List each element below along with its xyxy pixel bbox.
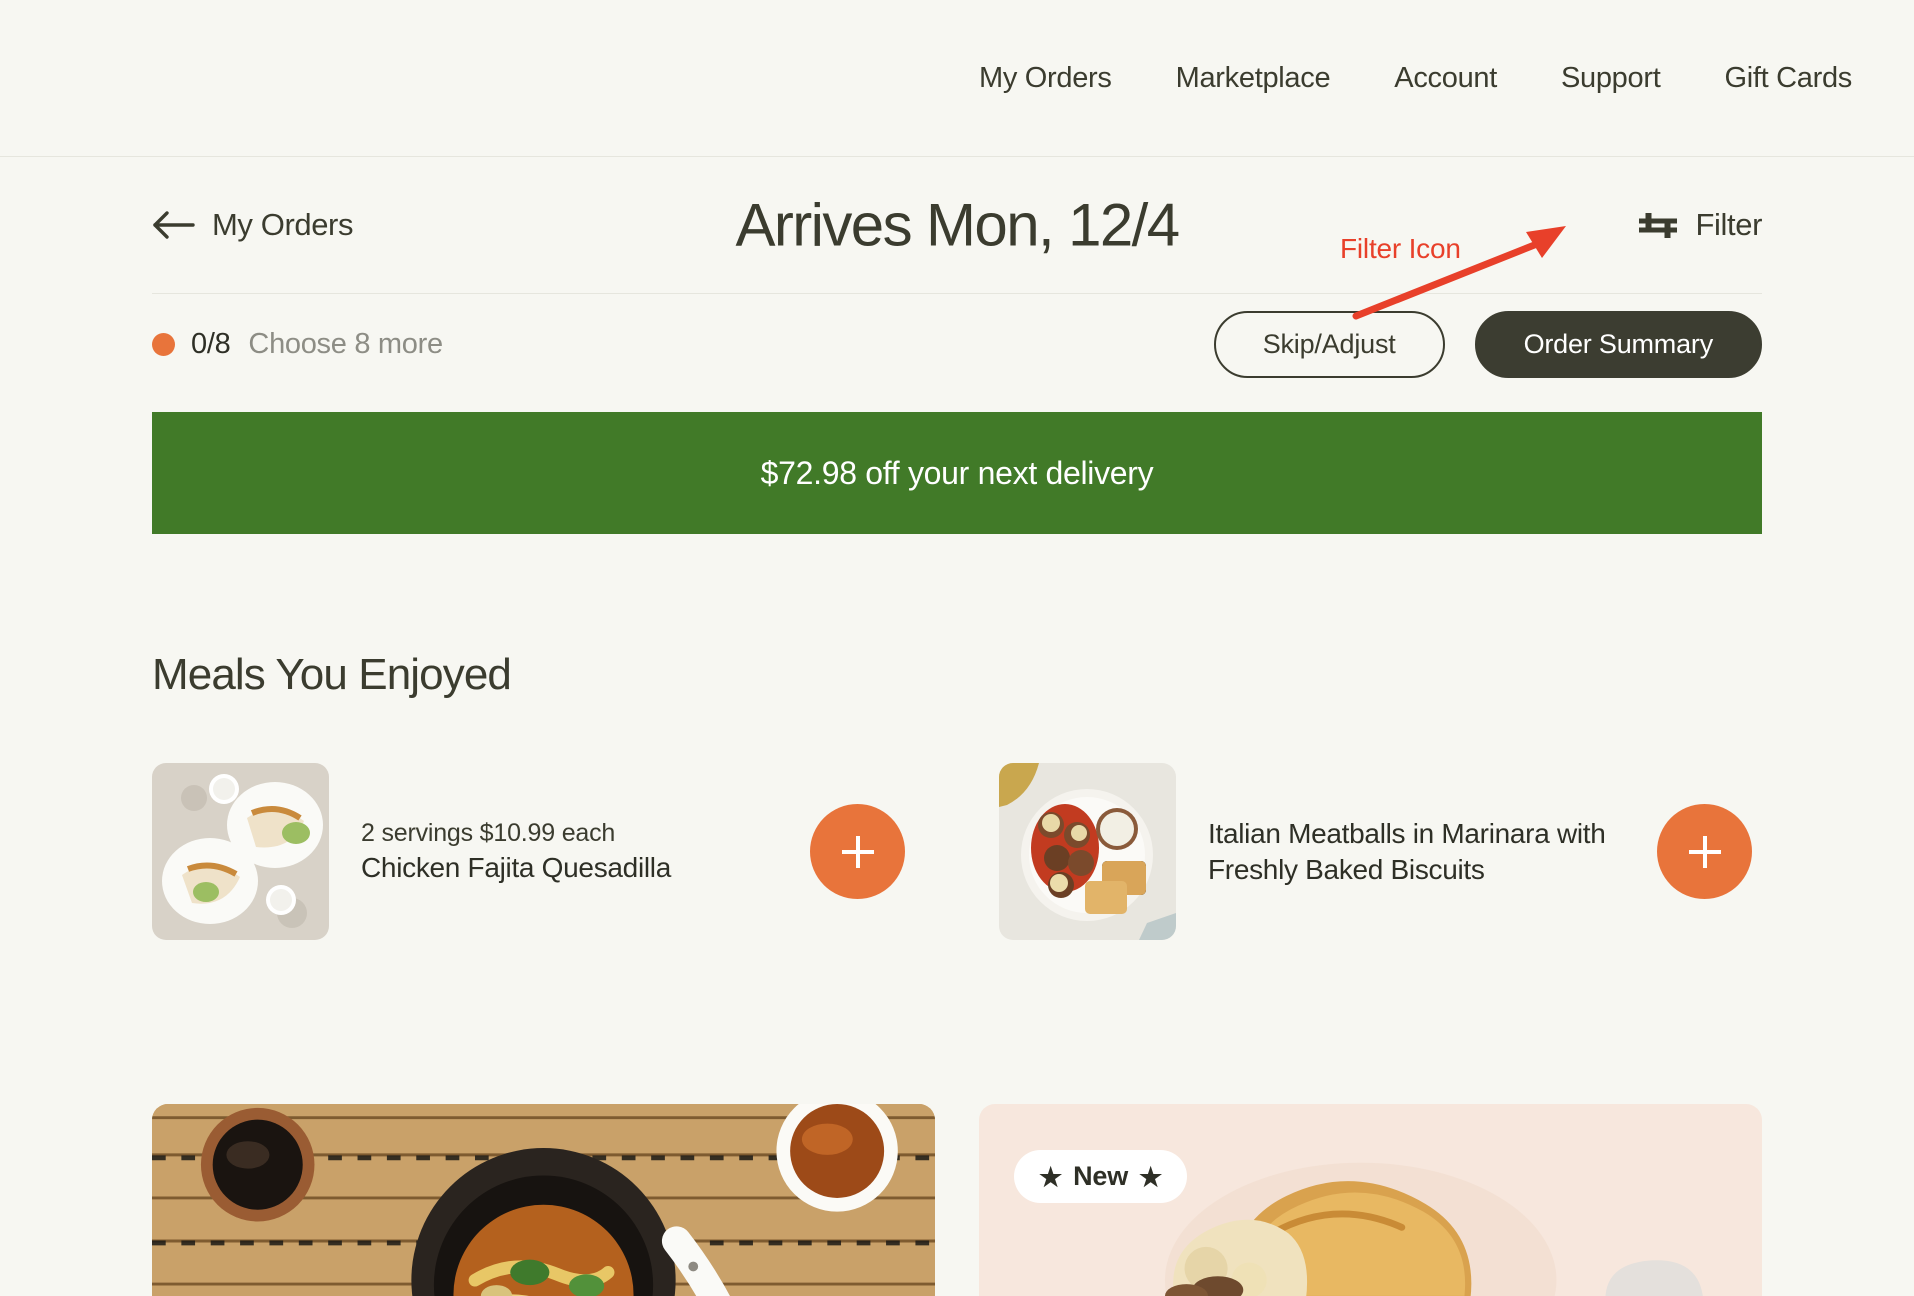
- nav-item-support[interactable]: Support: [1561, 62, 1661, 95]
- nav-item-account[interactable]: Account: [1394, 62, 1497, 95]
- meatballs-image: [999, 763, 1176, 940]
- meal-thumbnail[interactable]: [999, 763, 1176, 940]
- meal-selection-progress: 0/8 Choose 8 more: [152, 328, 443, 361]
- noodle-soup-image: [152, 1104, 935, 1296]
- plus-icon: [841, 835, 874, 868]
- meal-thumbnail[interactable]: [152, 763, 329, 940]
- featured-cards: ★ New ★: [152, 1104, 1762, 1296]
- meal-info: Italian Meatballs in Marinara with Fresh…: [1176, 816, 1657, 888]
- promo-banner[interactable]: $72.98 off your next delivery: [152, 412, 1762, 534]
- filter-icon: [1638, 213, 1677, 238]
- status-dot-icon: [152, 332, 175, 356]
- star-left-icon: ★: [1039, 1161, 1063, 1192]
- skip-adjust-button[interactable]: Skip/Adjust: [1213, 310, 1445, 378]
- add-meal-button[interactable]: [1657, 804, 1752, 899]
- meal-info: 2 servings $10.99 each Chicken Fajita Qu…: [329, 817, 810, 887]
- nav-list: My Orders Marketplace Account Support Gi…: [979, 62, 1852, 95]
- nav-item-gift-cards[interactable]: Gift Cards: [1724, 62, 1852, 95]
- progress-row: 0/8 Choose 8 more Skip/Adjust Order Summ…: [152, 294, 1762, 394]
- app-page: My Orders Marketplace Account Support Gi…: [0, 0, 1914, 1296]
- meals-you-enjoyed-section: Meals You Enjoyed 2 servings $10.99 each…: [152, 650, 1762, 940]
- nav-item-my-orders[interactable]: My Orders: [979, 62, 1112, 95]
- star-right-icon: ★: [1139, 1161, 1163, 1192]
- filter-button-label: Filter: [1695, 207, 1763, 242]
- order-summary-button[interactable]: Order Summary: [1474, 310, 1762, 378]
- section-title: Meals You Enjoyed: [152, 650, 512, 699]
- list-item: 2 servings $10.99 each Chicken Fajita Qu…: [152, 763, 915, 940]
- featured-card-sandwich[interactable]: ★ New ★: [979, 1104, 1762, 1296]
- add-meal-button[interactable]: [810, 804, 905, 899]
- list-item: Italian Meatballs in Marinara with Fresh…: [999, 763, 1762, 940]
- meal-name: Chicken Fajita Quesadilla: [361, 852, 671, 884]
- new-badge-label: New: [1073, 1161, 1129, 1191]
- meals-list: 2 servings $10.99 each Chicken Fajita Qu…: [152, 763, 1762, 940]
- nav-item-marketplace[interactable]: Marketplace: [1176, 62, 1331, 95]
- featured-card-noodles[interactable]: [152, 1104, 935, 1296]
- meal-name: Italian Meatballs in Marinara with Fresh…: [1208, 817, 1606, 885]
- back-arrow-icon: [153, 211, 195, 239]
- progress-count: 0/8: [191, 327, 231, 360]
- promo-banner-text: $72.98 off your next delivery: [760, 454, 1154, 491]
- new-badge: ★ New ★: [1014, 1150, 1188, 1203]
- page-title: Arrives Mon, 12/4: [735, 191, 1181, 259]
- filter-button[interactable]: Filter: [1637, 207, 1763, 243]
- back-link-label: My Orders: [212, 207, 354, 242]
- header-action-buttons: Skip/Adjust Order Summary: [1213, 310, 1762, 378]
- back-to-my-orders-link[interactable]: My Orders: [152, 207, 353, 243]
- quesadilla-image: [152, 763, 329, 940]
- meal-serving-info: 2 servings $10.99 each: [361, 818, 616, 847]
- top-navigation: My Orders Marketplace Account Support Gi…: [0, 0, 1914, 157]
- progress-hint: Choose 8 more: [248, 327, 443, 360]
- page-header-bar: My Orders Arrives Mon, 12/4 Filter: [152, 157, 1762, 294]
- plus-icon: [1688, 835, 1721, 868]
